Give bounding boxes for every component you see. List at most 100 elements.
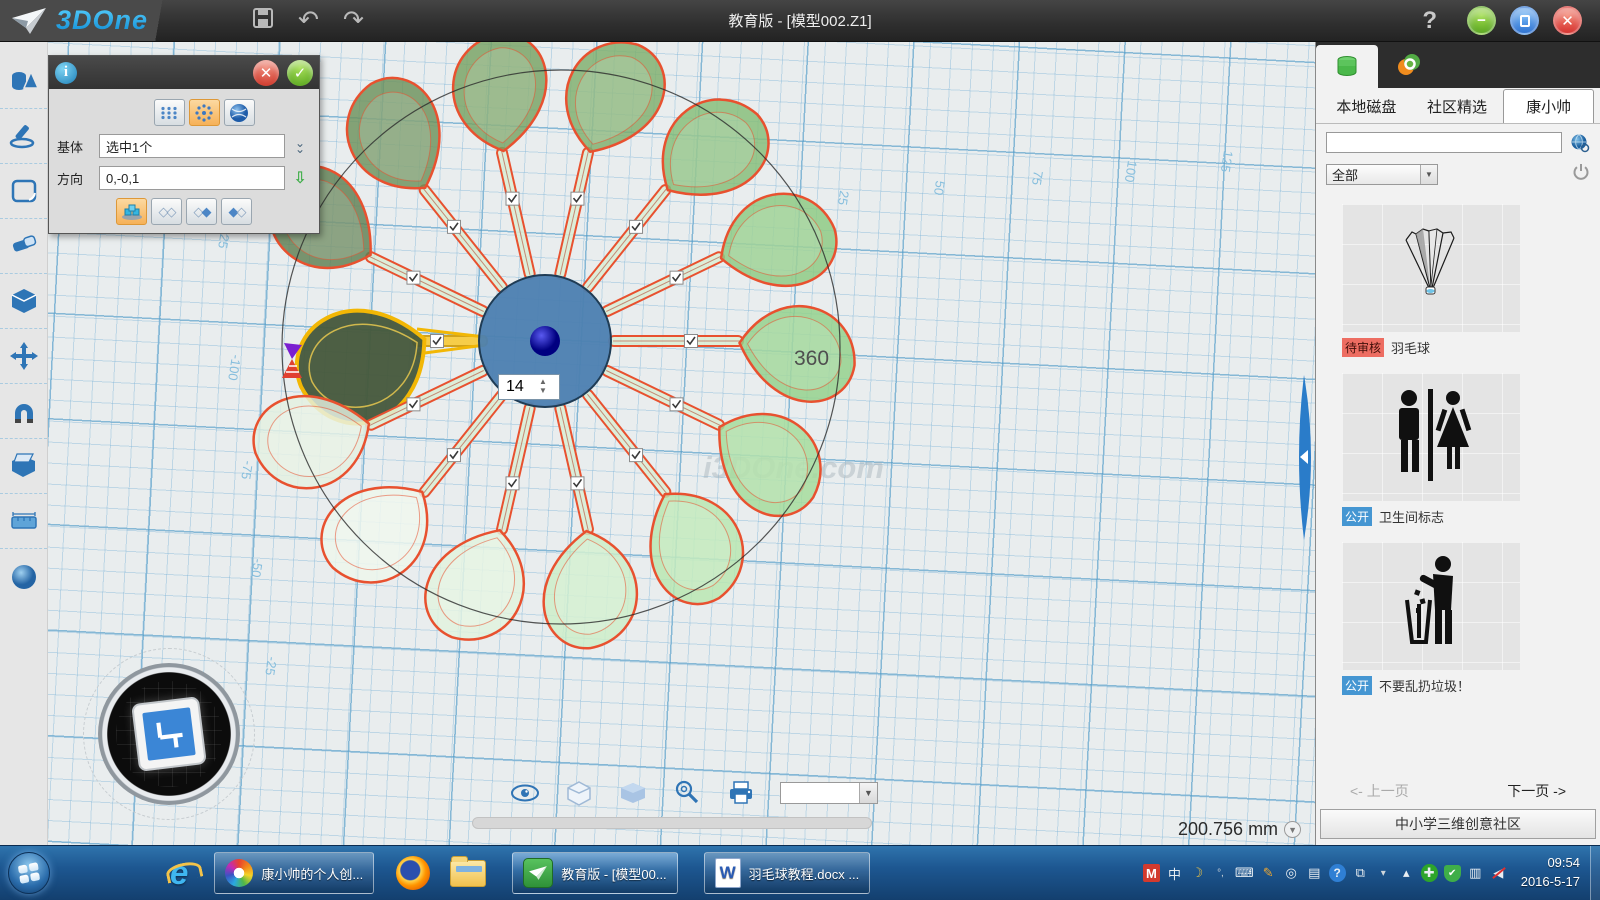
- magnet-snap-tool[interactable]: [0, 384, 47, 439]
- taskbar-window-1[interactable]: 教育版 - [模型00...: [512, 852, 677, 894]
- model-card-2[interactable]: 公开 不要乱扔垃圾！: [1342, 542, 1578, 695]
- community-site-button[interactable]: 中小学三维创意社区: [1320, 809, 1596, 839]
- document-tray-icon[interactable]: ▤: [1306, 864, 1323, 882]
- network-icon[interactable]: ▥: [1467, 864, 1484, 882]
- model-thumbnail[interactable]: [1342, 542, 1520, 670]
- restore-window-icon[interactable]: ⧉: [1352, 864, 1369, 882]
- zoom-icon[interactable]: [672, 780, 702, 806]
- sidebar-collapse-arrow[interactable]: [1292, 375, 1316, 545]
- instance-checkbox[interactable]: [447, 220, 460, 233]
- taskbar-window-2[interactable]: W羽毛球教程.docx ...: [704, 852, 871, 894]
- instance-checkbox[interactable]: [407, 398, 420, 411]
- search-input[interactable]: [1326, 132, 1562, 153]
- base-value-field[interactable]: 选中1个: [99, 134, 285, 158]
- taskbar-window-0[interactable]: 康小帅的个人创...: [214, 852, 374, 894]
- pen-input-icon[interactable]: ✎: [1260, 864, 1277, 882]
- sphere-pattern-button[interactable]: [224, 99, 255, 126]
- sidebar-tab-1[interactable]: 社区精选: [1413, 90, 1502, 123]
- instance-checkbox[interactable]: [407, 271, 420, 284]
- show-hidden-icons[interactable]: ▴: [1398, 864, 1415, 882]
- instance-checkbox[interactable]: [571, 477, 584, 490]
- eraser-tool[interactable]: [0, 219, 47, 274]
- volume-muted-icon[interactable]: ◀: [1490, 864, 1507, 882]
- confirm-button[interactable]: ✓: [287, 60, 313, 86]
- maximize-button[interactable]: [1510, 6, 1539, 35]
- degree-icon[interactable]: °,: [1212, 864, 1229, 882]
- viewport-slider[interactable]: [472, 817, 872, 829]
- sidebar-tab-0[interactable]: 本地磁盘: [1322, 90, 1411, 123]
- linear-pattern-button[interactable]: [154, 99, 185, 126]
- undo-button[interactable]: ↶: [298, 8, 319, 33]
- combobox-arrow-icon[interactable]: ▼: [859, 783, 877, 803]
- solid-edit-tool[interactable]: [0, 274, 47, 329]
- category-select[interactable]: 全部 ▼: [1326, 164, 1438, 185]
- model-card-1[interactable]: 公开 卫生间标志: [1342, 373, 1578, 526]
- logout-power-icon[interactable]: [1572, 163, 1590, 186]
- cancel-button[interactable]: ✕: [253, 60, 279, 86]
- instance-checkbox[interactable]: [506, 192, 519, 205]
- shield-icon[interactable]: ✔: [1444, 865, 1461, 882]
- pick-direction-icon[interactable]: ⇩: [289, 168, 311, 188]
- instance-checkbox[interactable]: [670, 271, 683, 284]
- spacing-option-1-button[interactable]: ◇◇: [151, 198, 182, 225]
- spacing-option-2-button[interactable]: ◇◆: [186, 198, 217, 225]
- view-cube[interactable]: [98, 663, 240, 805]
- maxthon-icon[interactable]: M: [1143, 864, 1160, 882]
- origin-sphere[interactable]: [530, 326, 560, 356]
- model-thumbnail[interactable]: [1342, 204, 1520, 332]
- sidebar-tab-2[interactable]: 康小帅: [1503, 89, 1594, 123]
- instance-checkbox[interactable]: [431, 335, 444, 348]
- pattern-count-input[interactable]: [499, 375, 539, 399]
- ime-chinese-icon[interactable]: 中: [1166, 864, 1183, 882]
- expand-chevron-icon[interactable]: ⌄⌄: [289, 140, 311, 152]
- local-library-tab[interactable]: [1316, 45, 1378, 88]
- measure-tool[interactable]: [0, 494, 47, 549]
- move-tool[interactable]: [0, 329, 47, 384]
- help-tray-icon[interactable]: ?: [1329, 864, 1346, 882]
- start-button[interactable]: [8, 852, 50, 894]
- sketch-tool[interactable]: [0, 109, 47, 164]
- render-sphere-tool[interactable]: [0, 549, 47, 604]
- collapse-tray-icon[interactable]: ▾: [1375, 864, 1392, 882]
- magnifier-tray-icon[interactable]: ◎: [1283, 864, 1300, 882]
- minimize-button[interactable]: −: [1467, 6, 1496, 35]
- instance-checkbox[interactable]: [571, 192, 584, 205]
- pattern-count-spinner[interactable]: ▲▼: [498, 374, 560, 400]
- instance-checkbox[interactable]: [506, 477, 519, 490]
- pattern-mode-instance-button[interactable]: [116, 198, 147, 225]
- view-preset-combobox[interactable]: ▼: [780, 782, 878, 804]
- spinner-arrows[interactable]: ▲▼: [539, 375, 550, 399]
- shaded-view-icon[interactable]: [618, 780, 648, 806]
- keyboard-icon[interactable]: ⌨: [1235, 864, 1254, 882]
- print-icon[interactable]: [726, 780, 756, 806]
- instance-checkbox[interactable]: [630, 449, 643, 462]
- direction-input[interactable]: [99, 166, 285, 190]
- feather-instance[interactable]: [491, 393, 664, 670]
- prev-page-button[interactable]: <- 上一页: [1350, 781, 1409, 801]
- explorer-folder-icon[interactable]: [450, 860, 486, 887]
- close-button[interactable]: ✕: [1553, 6, 1582, 35]
- safe360-icon[interactable]: ✚: [1421, 864, 1438, 882]
- community-library-tab[interactable]: [1378, 42, 1440, 88]
- scale-dropdown-icon[interactable]: ▼: [1284, 821, 1301, 838]
- viewport-3d[interactable]: i3DOne.com 255075100125-125-100-75-50-25…: [48, 42, 1315, 845]
- firefox-icon[interactable]: [396, 856, 430, 890]
- info-icon[interactable]: i: [55, 62, 77, 84]
- edit-sketch-tool[interactable]: [0, 164, 47, 219]
- search-globe-icon[interactable]: [1570, 133, 1590, 153]
- spacing-option-3-button[interactable]: ◆◇: [221, 198, 252, 225]
- taskbar-clock[interactable]: 09:54 2016-5-17: [1515, 854, 1590, 892]
- help-button[interactable]: ?: [1422, 7, 1437, 35]
- show-desktop-button[interactable]: [1590, 846, 1600, 900]
- viewcube-front-face[interactable]: [142, 707, 195, 760]
- combine-tool[interactable]: [0, 439, 47, 494]
- visibility-eye-icon[interactable]: [510, 780, 540, 806]
- circular-pattern-button[interactable]: [189, 99, 220, 126]
- instance-checkbox[interactable]: [685, 335, 698, 348]
- wireframe-view-icon[interactable]: [564, 780, 594, 806]
- model-thumbnail[interactable]: [1342, 373, 1520, 501]
- instance-checkbox[interactable]: [447, 449, 460, 462]
- moon-icon[interactable]: ☽: [1189, 864, 1206, 882]
- internet-explorer-icon[interactable]: e: [170, 854, 188, 892]
- primitives-tool[interactable]: [0, 54, 47, 109]
